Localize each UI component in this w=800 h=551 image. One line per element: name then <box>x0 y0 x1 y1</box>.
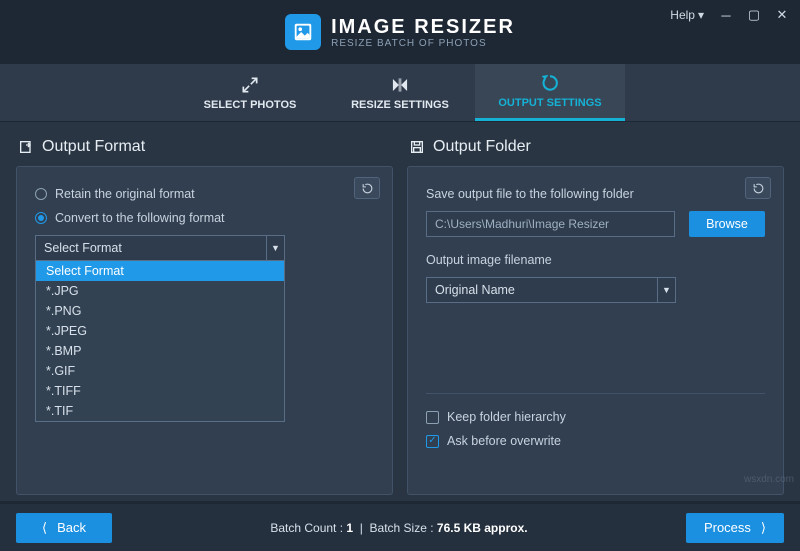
output-format-pane: Output Format Retain the original format… <box>16 138 393 495</box>
radio-label: Retain the original format <box>55 187 195 201</box>
back-button[interactable]: ⟨ Back <box>16 513 112 543</box>
help-menu[interactable]: Help ▾ <box>664 4 710 26</box>
format-option[interactable]: *.BMP <box>36 341 284 361</box>
process-button[interactable]: Process ⟩ <box>686 513 784 543</box>
format-option[interactable]: *.JPEG <box>36 321 284 341</box>
app-title: IMAGE RESIZER <box>331 16 515 38</box>
tab-resize-settings[interactable]: RESIZE SETTINGS <box>325 64 475 121</box>
filename-select[interactable]: Original Name ▼ <box>426 277 676 303</box>
tab-label: RESIZE SETTINGS <box>351 99 449 111</box>
radio-icon <box>35 212 47 224</box>
chevron-right-icon: ⟩ <box>761 520 766 536</box>
titlebar: IMAGE RESIZER RESIZE BATCH OF PHOTOS Hel… <box>0 0 800 64</box>
app-logo-icon <box>285 14 321 50</box>
tab-select-photos[interactable]: SELECT PHOTOS <box>175 64 325 121</box>
tab-label: SELECT PHOTOS <box>204 99 297 111</box>
browse-label: Browse <box>706 217 748 231</box>
format-select-value: Select Format <box>44 241 122 255</box>
batch-size-label: Batch Size : <box>370 521 434 535</box>
help-label: Help <box>670 8 695 22</box>
chevron-down-icon: ▼ <box>266 236 284 260</box>
batch-status: Batch Count : 1 | Batch Size : 76.5 KB a… <box>112 521 686 535</box>
tab-output-settings[interactable]: OUTPUT SETTINGS <box>475 64 625 121</box>
output-folder-pane: Output Folder Save output file to the fo… <box>407 138 784 495</box>
format-option[interactable]: *.GIF <box>36 361 284 381</box>
filename-label: Output image filename <box>426 253 765 267</box>
chevron-down-icon: ▾ <box>698 8 704 22</box>
save-icon <box>409 139 425 155</box>
browse-button[interactable]: Browse <box>689 211 765 237</box>
output-path-value: C:\Users\Madhuri\Image Resizer <box>435 217 609 231</box>
refresh-icon <box>540 73 560 93</box>
checkbox-keep-hierarchy[interactable]: Keep folder hierarchy <box>426 410 765 424</box>
tab-label: OUTPUT SETTINGS <box>498 97 601 109</box>
app-subtitle: RESIZE BATCH OF PHOTOS <box>331 38 515 49</box>
filename-select-value: Original Name <box>435 283 515 297</box>
save-path-label: Save output file to the following folder <box>426 187 765 201</box>
radio-convert-format[interactable]: Convert to the following format <box>35 211 374 225</box>
format-option[interactable]: *.TIFF <box>36 381 284 401</box>
format-option[interactable]: Select Format <box>36 261 284 281</box>
reset-folder-button[interactable] <box>745 177 771 199</box>
format-select-list: Select Format*.JPG*.PNG*.JPEG*.BMP*.GIF*… <box>35 261 285 422</box>
checkbox-label: Keep folder hierarchy <box>447 410 566 424</box>
process-label: Process <box>704 520 751 535</box>
expand-icon <box>240 75 260 95</box>
export-icon <box>18 139 34 155</box>
chevron-down-icon: ▼ <box>657 278 675 302</box>
output-folder-card: Save output file to the following folder… <box>407 166 784 495</box>
mirror-icon <box>390 75 410 95</box>
checkbox-label: Ask before overwrite <box>447 434 561 448</box>
radio-icon <box>35 188 47 200</box>
close-button[interactable]: ✕ <box>770 5 794 25</box>
chevron-left-icon: ⟨ <box>42 520 47 536</box>
maximize-button[interactable]: ▢ <box>742 5 766 25</box>
batch-count-value: 1 <box>346 521 353 535</box>
format-option[interactable]: *.TIF <box>36 401 284 421</box>
pane-title-text: Output Format <box>42 138 145 156</box>
radio-retain-original[interactable]: Retain the original format <box>35 187 374 201</box>
format-select-display[interactable]: Select Format ▼ <box>35 235 285 261</box>
format-option[interactable]: *.JPG <box>36 281 284 301</box>
brand: IMAGE RESIZER RESIZE BATCH OF PHOTOS <box>285 14 515 50</box>
pane-title-text: Output Folder <box>433 138 531 156</box>
reset-format-button[interactable] <box>354 177 380 199</box>
radio-label: Convert to the following format <box>55 211 225 225</box>
output-path-field[interactable]: C:\Users\Madhuri\Image Resizer <box>426 211 675 237</box>
main-tabs: SELECT PHOTOS RESIZE SETTINGS OUTPUT SET… <box>0 64 800 122</box>
filename-select-display[interactable]: Original Name ▼ <box>426 277 676 303</box>
batch-size-value: 76.5 KB approx. <box>437 521 528 535</box>
checkbox-icon <box>426 435 439 448</box>
minimize-button[interactable]: ─ <box>714 5 738 25</box>
batch-count-label: Batch Count : <box>270 521 343 535</box>
output-format-card: Retain the original format Convert to th… <box>16 166 393 495</box>
format-select[interactable]: Select Format ▼ Select Format*.JPG*.PNG*… <box>35 235 285 261</box>
footer-bar: ⟨ Back Batch Count : 1 | Batch Size : 76… <box>0 501 800 551</box>
back-label: Back <box>57 520 86 535</box>
format-option[interactable]: *.PNG <box>36 301 284 321</box>
checkbox-icon <box>426 411 439 424</box>
checkbox-ask-overwrite[interactable]: Ask before overwrite <box>426 434 765 448</box>
content-area: Output Format Retain the original format… <box>0 122 800 501</box>
